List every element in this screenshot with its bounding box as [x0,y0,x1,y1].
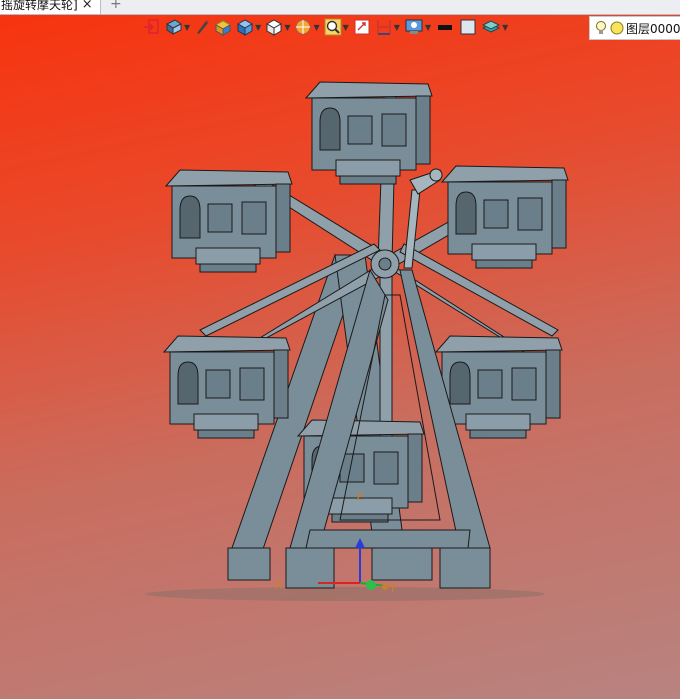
axis-y-label: Y [388,581,397,595]
ground-shadow [145,587,545,601]
cabin-lower-left[interactable] [163,335,291,439]
cabin-upper-right[interactable] [441,165,569,269]
cabin-top[interactable] [305,81,433,185]
drive-crank[interactable] [403,168,443,269]
ferris-wheel-model[interactable]: X Y Z [0,0,680,699]
wheel-hub[interactable] [370,249,400,279]
axis-z-label: Z [356,490,364,503]
axis-x-label: X [274,578,282,592]
